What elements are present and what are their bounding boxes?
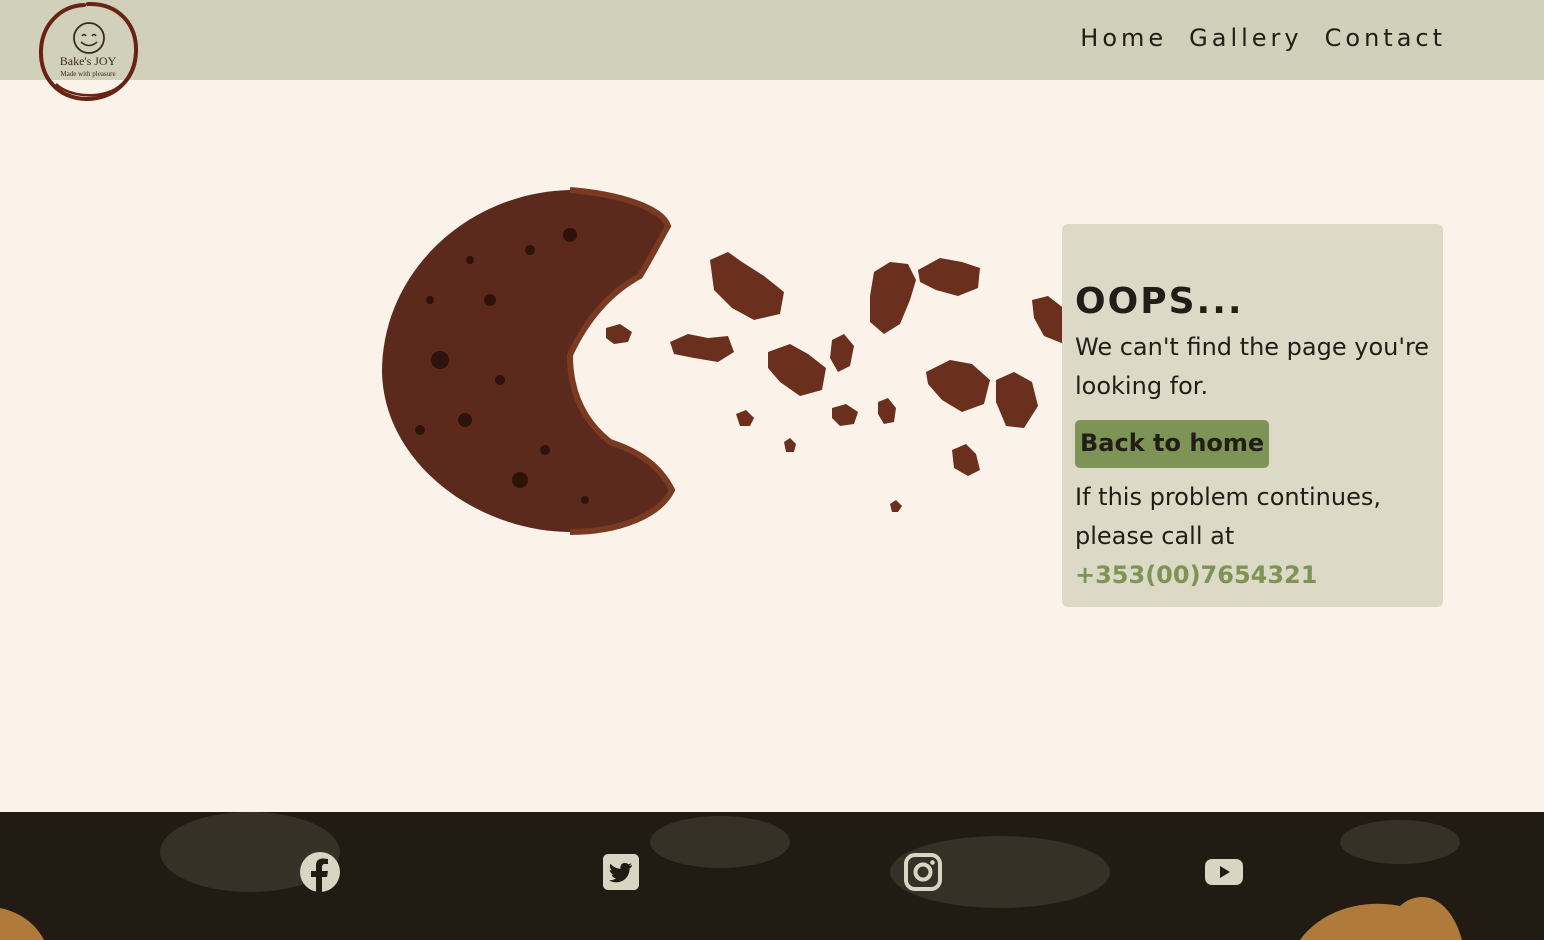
nav-contact[interactable]: Contact (1325, 24, 1446, 52)
main-nav: Home Gallery Contact (1080, 24, 1446, 52)
cookie-image (382, 187, 1076, 535)
error-title: OOPS... (1075, 281, 1244, 322)
facebook-icon[interactable] (300, 852, 340, 892)
back-to-home-button[interactable]: Back to home (1075, 420, 1270, 468)
site-header: Bake's JOY Made with pleasure Home Galle… (0, 0, 1544, 102)
youtube-icon[interactable] (1204, 852, 1244, 892)
site-footer (0, 812, 1544, 940)
logo-tagline: Made with pleasure (60, 70, 116, 78)
phone-link[interactable]: +353(00)7654321 (1075, 556, 1431, 595)
bitten-cookie-illustration (370, 180, 1090, 540)
flour-background (0, 812, 1462, 940)
error-card: OOPS... We can't find the page you're lo… (1062, 224, 1443, 607)
error-message: We can't find the page you're looking fo… (1075, 333, 1430, 400)
bread-image (0, 897, 1462, 940)
twitter-icon[interactable] (601, 852, 641, 892)
nav-gallery[interactable]: Gallery (1189, 24, 1302, 52)
logo-ring-icon (38, 1, 139, 102)
logo-name: Bake's JOY (59, 54, 117, 68)
nav-home[interactable]: Home (1080, 24, 1167, 52)
instagram-icon[interactable] (903, 852, 943, 892)
brand-logo[interactable]: Bake's JOY Made with pleasure (36, 0, 140, 104)
help-text: If this problem continues, please call a… (1075, 483, 1381, 550)
